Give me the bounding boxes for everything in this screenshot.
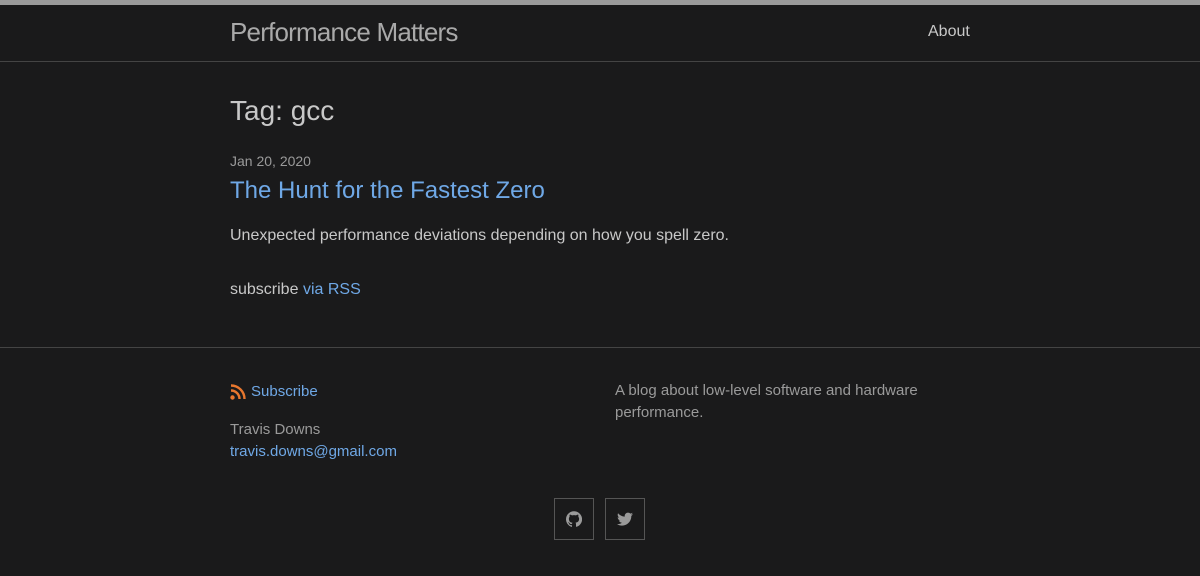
footer-subscribe-link[interactable]: Subscribe xyxy=(230,383,318,400)
author-email-link[interactable]: travis.downs@gmail.com xyxy=(230,443,397,460)
github-button[interactable] xyxy=(554,498,594,540)
subscribe-prefix: subscribe xyxy=(230,281,299,298)
site-title-link[interactable]: Performance Matters xyxy=(230,17,458,48)
footer-divider xyxy=(0,347,1200,348)
github-icon xyxy=(566,511,582,527)
nav-about-link[interactable]: About xyxy=(928,23,970,41)
site-header: Performance Matters About xyxy=(0,5,1200,62)
post-title-link[interactable]: The Hunt for the Fastest Zero xyxy=(230,177,545,205)
rss-link[interactable]: via RSS xyxy=(303,281,361,298)
post-date: Jan 20, 2020 xyxy=(230,153,311,169)
page-title: Tag: gcc xyxy=(230,95,335,126)
post-excerpt: Unexpected performance deviations depend… xyxy=(230,227,729,244)
twitter-icon xyxy=(617,512,633,526)
rss-icon xyxy=(230,383,246,400)
footer-subscribe-label: Subscribe xyxy=(251,383,318,400)
author-name: Travis Downs xyxy=(230,421,321,438)
blog-description: A blog about low-level software and hard… xyxy=(615,382,918,421)
subscribe-line: subscribe via RSS xyxy=(230,281,361,299)
twitter-button[interactable] xyxy=(605,498,645,540)
